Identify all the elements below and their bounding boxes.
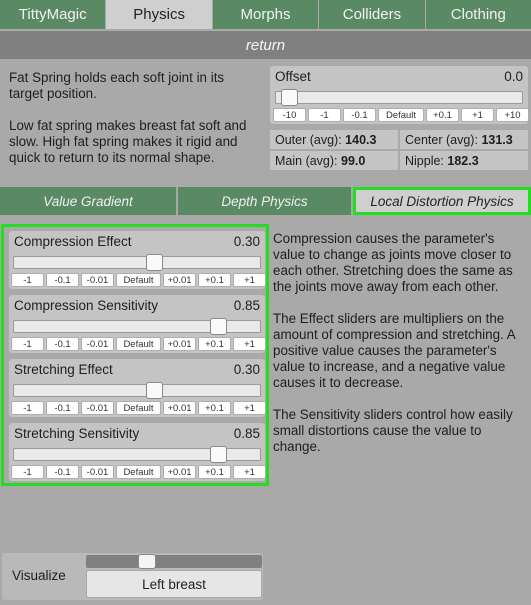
stretching-effect-slider-handle[interactable] — [146, 382, 163, 399]
stretching-effect-slider-panel: Stretching Effect 0.30 -1 -0.1 -0.01 Defaul… — [9, 359, 266, 417]
tab-physics[interactable]: Physics — [106, 0, 212, 29]
step-plus-0-001-button[interactable]: +0.01 — [163, 273, 196, 287]
step-plus-0-01-button[interactable]: +0.1 — [198, 465, 231, 479]
step-plus-1-button[interactable]: +1 — [233, 401, 266, 415]
physics-stats: Outer (avg): 140.3 Center (avg): 131.3 M… — [270, 130, 528, 170]
compression-effect-buttons: -1 -0.1 -0.01 Default +0.01 +0.1 +1 — [11, 273, 266, 287]
visualize-label: Visualize — [12, 568, 66, 583]
offset-buttons: -10 -1 -0.1 Default +0.1 +1 +10 — [273, 108, 529, 122]
tab-tittymagic[interactable]: TittyMagic — [0, 0, 106, 29]
offset-minus-10-button[interactable]: -10 — [273, 108, 306, 122]
step-minus-1-button[interactable]: -1 — [11, 401, 44, 415]
compression-sensitivity-slider-handle[interactable] — [210, 318, 227, 335]
step-minus-0-01-button[interactable]: -0.1 — [46, 273, 79, 287]
offset-slider[interactable] — [275, 89, 523, 106]
step-plus-1-button[interactable]: +1 — [233, 273, 266, 287]
step-plus-0-01-button[interactable]: +0.1 — [198, 337, 231, 351]
intro-paragraph-1: Fat Spring holds each soft joint in its … — [9, 70, 225, 101]
description-paragraph-3: The Sensitivity sliders control how easi… — [273, 407, 513, 454]
step-default-button[interactable]: Default — [116, 401, 161, 415]
step-plus-1-button[interactable]: +1 — [233, 337, 266, 351]
tab-morphs[interactable]: Morphs — [212, 0, 319, 29]
step-plus-1-button[interactable]: +1 — [233, 465, 266, 479]
visualize-breast-select[interactable]: Left breast — [86, 570, 262, 598]
visualize-slider[interactable] — [86, 554, 262, 569]
param-value: 0.85 — [233, 298, 260, 313]
compression-sensitivity-slider[interactable] — [13, 318, 261, 335]
compression-sensitivity-slider-panel: Compression Sensitivity 0.85 -1 -0.1 -0.01… — [9, 295, 266, 353]
stretching-sensitivity-slider-panel: Stretching Sensitivity 0.85 -1 -0.1 -0.01 D… — [9, 423, 266, 481]
offset-slider-panel: Offset 0.0 -10 -1 -0.1 Default +0.1 +1 +… — [270, 66, 529, 124]
intro-text: Fat Spring holds each soft joint in its … — [9, 70, 261, 182]
description-paragraph-2: The Effect sliders are multipliers on th… — [273, 311, 515, 390]
step-default-button[interactable]: Default — [116, 465, 161, 479]
stretching-sensitivity-slider-handle[interactable] — [210, 446, 227, 463]
step-plus-0-01-button[interactable]: +0.1 — [198, 401, 231, 415]
main-tab-bar: TittyMagic Physics Morphs Colliders Clot… — [0, 0, 531, 29]
param-value: 0.85 — [233, 426, 260, 441]
step-minus-1-button[interactable]: -1 — [11, 465, 44, 479]
physics-sub-tab-bar: Value Gradient Depth Physics Local Disto… — [0, 187, 531, 215]
step-default-button[interactable]: Default — [116, 337, 161, 351]
offset-plus-0-1-button[interactable]: +0.1 — [426, 108, 459, 122]
return-button[interactable]: return — [0, 31, 531, 59]
step-default-button[interactable]: Default — [116, 273, 161, 287]
step-minus-0-01-button[interactable]: -0.1 — [46, 337, 79, 351]
compression-sensitivity-buttons: -1 -0.1 -0.01 Default +0.01 +0.1 +1 — [11, 337, 266, 351]
compression-effect-slider-handle[interactable] — [146, 254, 163, 271]
stat-outer: Outer (avg): 140.3 — [270, 130, 398, 149]
offset-plus-10-button[interactable]: +10 — [496, 108, 529, 122]
compression-effect-slider[interactable] — [13, 254, 261, 271]
description-paragraph-1: Compression causes the parameter's value… — [273, 231, 513, 294]
step-minus-1-button[interactable]: -1 — [11, 273, 44, 287]
step-minus-0-01-button[interactable]: -0.1 — [46, 401, 79, 415]
stretching-sensitivity-slider[interactable] — [13, 446, 261, 463]
stat-center: Center (avg): 131.3 — [400, 130, 528, 149]
step-minus-0-001-button[interactable]: -0.01 — [81, 401, 114, 415]
step-minus-0-001-button[interactable]: -0.01 — [81, 465, 114, 479]
step-plus-0-001-button[interactable]: +0.01 — [163, 401, 196, 415]
distortion-description: Compression causes the parameter's value… — [273, 231, 527, 471]
stretching-effect-buttons: -1 -0.1 -0.01 Default +0.01 +0.1 +1 — [11, 401, 266, 415]
subtab-value-gradient[interactable]: Value Gradient — [0, 187, 176, 215]
offset-label: Offset — [275, 69, 311, 84]
tab-clothing[interactable]: Clothing — [425, 0, 531, 29]
intro-paragraph-2: Low fat spring makes breast fat soft and… — [9, 118, 247, 165]
step-minus-1-button[interactable]: -1 — [11, 337, 44, 351]
param-value: 0.30 — [233, 234, 260, 249]
stretching-sensitivity-buttons: -1 -0.1 -0.01 Default +0.01 +0.1 +1 — [11, 465, 266, 479]
step-minus-0-001-button[interactable]: -0.01 — [81, 337, 114, 351]
subtab-local-distortion-physics[interactable]: Local Distortion Physics — [353, 187, 531, 215]
stat-nipple: Nipple: 182.3 — [400, 151, 528, 170]
param-label: Stretching Effect — [14, 362, 113, 377]
subtab-depth-physics[interactable]: Depth Physics — [178, 187, 351, 215]
compression-effect-slider-panel: Compression Effect 0.30 -1 -0.1 -0.01 Defau… — [9, 231, 266, 289]
step-minus-0-01-button[interactable]: -0.1 — [46, 465, 79, 479]
offset-slider-handle[interactable] — [281, 89, 298, 106]
step-plus-0-001-button[interactable]: +0.01 — [163, 465, 196, 479]
stretching-effect-slider[interactable] — [13, 382, 261, 399]
offset-plus-1-button[interactable]: +1 — [461, 108, 494, 122]
param-value: 0.30 — [233, 362, 260, 377]
param-label: Compression Sensitivity — [14, 298, 159, 313]
visualize-panel: Visualize Left breast — [2, 553, 263, 600]
step-plus-0-01-button[interactable]: +0.1 — [198, 273, 231, 287]
visualize-slider-handle[interactable] — [138, 554, 156, 569]
step-plus-0-001-button[interactable]: +0.01 — [163, 337, 196, 351]
offset-value: 0.0 — [504, 69, 523, 84]
stat-main: Main (avg): 99.0 — [270, 151, 398, 170]
step-minus-0-001-button[interactable]: -0.01 — [81, 273, 114, 287]
offset-minus-0-1-button[interactable]: -0.1 — [343, 108, 376, 122]
param-label: Compression Effect — [14, 234, 132, 249]
tab-colliders[interactable]: Colliders — [319, 0, 425, 29]
distortion-slider-group: Compression Effect 0.30 -1 -0.1 -0.01 Defau… — [1, 224, 269, 486]
offset-minus-1-button[interactable]: -1 — [308, 108, 341, 122]
param-label: Stretching Sensitivity — [14, 426, 140, 441]
offset-default-button[interactable]: Default — [378, 108, 424, 122]
